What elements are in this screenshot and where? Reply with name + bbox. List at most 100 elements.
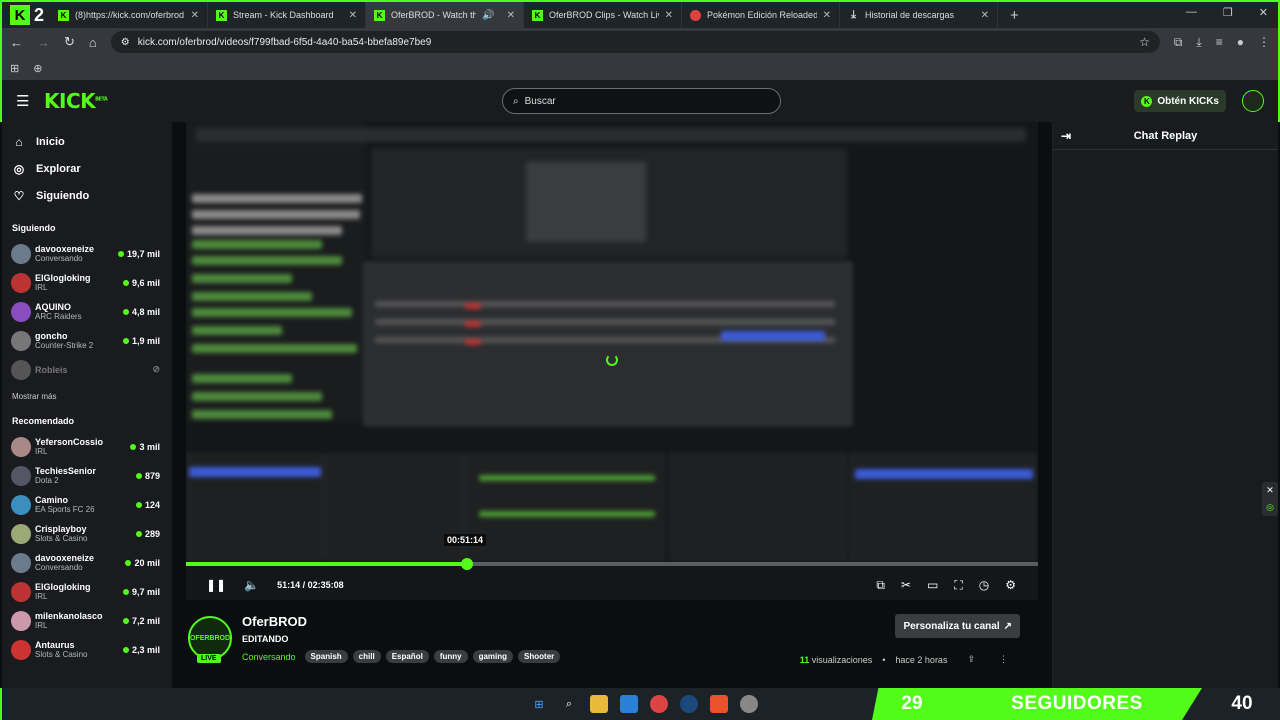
sidebar-item-siguiendo[interactable]: ♡ Siguiendo [2,182,172,209]
avatar [11,359,31,380]
url-text: kick.com/oferbrod/videos/f799fbad-6f5d-4… [137,36,432,48]
share-icon[interactable]: ⇪ [967,654,975,665]
globe-icon[interactable]: ⊕ [33,62,42,75]
tab-title: Pokémon Edición Reloaded: Th [707,10,817,20]
following-heading: Siguiendo [12,223,56,233]
close-tab-icon[interactable]: ✕ [823,10,831,21]
app-icon[interactable] [740,695,758,713]
minimize-icon[interactable]: — [1186,6,1197,19]
kick-logo-text: KICK [44,89,96,113]
browser-tab[interactable]: K OferBROD Clips - Watch Live on ✕ [524,2,682,28]
pause-icon[interactable]: ❚❚ [206,578,226,592]
kicks-coin-icon: K [1141,95,1153,107]
sidebar-item-inicio[interactable]: ⌂ Inicio [2,128,172,155]
site-info-icon[interactable]: ⚙ [121,37,130,48]
sidebar-channel[interactable]: YefersonCossio IRL 3 mil [2,432,172,461]
more-options-icon[interactable]: ⋮ [999,654,1008,665]
sidebar-channel[interactable]: milenkanolasco IRL 7,2 mil [2,606,172,635]
bookmark-star-icon[interactable]: ☆ [1139,35,1150,49]
url-field[interactable]: ⚙ kick.com/oferbrod/videos/f799fbad-6f5d… [110,31,1160,53]
reload-icon[interactable]: ↻ [64,34,75,50]
channel-name: AQUINO [35,302,71,312]
menu-icon[interactable]: ☰ [16,92,30,110]
sidebar-channel[interactable]: ElGlogloking IRL 9,7 mil [2,577,172,606]
tag-chip[interactable]: chill [352,650,381,663]
forward-icon[interactable]: → [37,35,50,50]
playback-speed-icon[interactable]: ◷ [979,578,989,593]
sidebar-channel[interactable]: TechiesSenior Dota 2 879 [2,461,172,490]
video-age: hace 2 horas [895,654,948,665]
show-more-link[interactable]: Mostrar más [2,384,172,410]
tag-chip[interactable]: gaming [472,650,514,663]
tag-chip[interactable]: Spanish [304,650,348,663]
browser-tab[interactable]: Pokémon Edición Reloaded: Th ✕ [682,2,840,28]
close-tab-icon[interactable]: ✕ [981,10,989,21]
downloads-icon[interactable]: ⤓ [1196,35,1201,50]
seek-bar[interactable] [186,562,1038,566]
channel-name: Robleis [35,364,68,375]
close-tab-icon[interactable]: ✕ [349,10,357,21]
menu-dots-icon[interactable]: ⋮ [1258,35,1270,49]
kick-logo[interactable]: KICKBETA [44,89,108,113]
home-icon[interactable]: ⌂ [89,35,97,50]
sidebar-channel[interactable]: AQUINO ARC Raiders 4,8 mil [2,297,172,326]
sidebar-channel[interactable]: goncho Counter-Strike 2 1,9 mil [2,326,172,355]
category-link[interactable]: Conversando [242,652,296,662]
sidebar-channel[interactable]: Antaurus Slots & Casino 2,3 mil [2,635,172,664]
speaker-icon[interactable]: 🔊 [482,10,494,21]
collapse-chat-icon[interactable]: ⇥ [1061,129,1071,143]
apps-grid-icon[interactable]: ⊞ [10,62,19,75]
brave-icon[interactable] [710,695,728,713]
search-icon[interactable]: ⌕ [560,695,578,713]
channel-name[interactable]: OferBROD [242,614,307,629]
current-time: 51:14 [277,580,301,590]
close-tab-icon[interactable]: ✕ [665,10,673,21]
new-tab-icon[interactable]: + [1010,7,1019,24]
file-explorer-icon[interactable] [590,695,608,713]
get-kicks-button[interactable]: K Obtén KICKs [1134,90,1226,112]
photos-icon[interactable] [620,695,638,713]
sidebar-item-explorar[interactable]: ◎ Explorar [2,155,172,182]
browser-tab[interactable]: K (8)https://kick.com/oferbrod (8 ✕ [50,2,208,28]
fullscreen-icon[interactable]: ⛶ [954,578,962,593]
clip-icon[interactable]: ✂ [901,578,911,593]
extension-icon[interactable]: ◎ [1266,502,1274,513]
close-tab-icon[interactable]: ✕ [507,10,515,21]
close-tab-icon[interactable]: ✕ [191,10,199,21]
pip-icon[interactable]: ⧉ [876,578,885,593]
tag-chip[interactable]: Shooter [518,650,561,663]
sidebar-channel[interactable]: Crisplayboy Slots & Casino 289 [2,519,172,548]
reading-list-icon[interactable]: ≡ [1216,35,1223,49]
back-icon[interactable]: ← [10,35,23,50]
channel-category: Slots & Casino [35,650,88,659]
sidebar-channel[interactable]: ElGlogloking IRL 9,6 mil [2,268,172,297]
browser-tab[interactable]: K Stream - Kick Dashboard ✕ [208,2,366,28]
channel-category: Counter-Strike 2 [35,341,94,350]
customize-channel-button[interactable]: Personaliza tu canal ↗ [895,614,1020,638]
chrome-icon[interactable] [650,695,668,713]
tag-chip[interactable]: Español [385,650,429,663]
volume-icon[interactable]: 🔈 [244,578,259,592]
sidebar-channel[interactable]: Robleis ⊘ [2,355,172,384]
profile-icon[interactable]: ● [1237,35,1244,49]
video-player[interactable]: 00:51:14 ❚❚ 🔈 51:14 / 02:35:08 ⧉ ✂ ▭ ⛶ ◷… [186,122,1038,600]
tag-chip[interactable]: funny [433,650,468,663]
theater-mode-icon[interactable]: ▭ [927,578,938,593]
user-avatar[interactable] [1242,90,1264,112]
restore-icon[interactable]: ❐ [1223,6,1233,19]
steam-icon[interactable] [680,695,698,713]
sidebar-channel[interactable]: davooxeneize Conversando 20 mil [2,548,172,577]
browser-tab-active[interactable]: K OferBROD - Watch the VOD 🔊 ✕ [366,2,524,28]
tab-title: (8)https://kick.com/oferbrod (8 [75,10,185,20]
search-input[interactable]: ⌕ Buscar [502,88,781,114]
extensions-icon[interactable]: ⧉ [1174,35,1183,50]
sidebar-channel[interactable]: Camino EA Sports FC 26 124 [2,490,172,519]
settings-gear-icon[interactable]: ⚙ [1005,578,1016,593]
floating-widget[interactable]: ✕ ◎ [1262,482,1278,516]
browser-tab[interactable]: ⤓ Historial de descargas ✕ [840,2,998,28]
close-window-icon[interactable]: ✕ [1259,6,1268,19]
viewer-count: 9,7 mil [123,587,172,597]
close-icon[interactable]: ✕ [1266,485,1274,496]
windows-start-icon[interactable]: ⊞ [530,695,548,713]
sidebar-channel[interactable]: davooxeneize Conversando 19,7 mil [2,239,172,268]
